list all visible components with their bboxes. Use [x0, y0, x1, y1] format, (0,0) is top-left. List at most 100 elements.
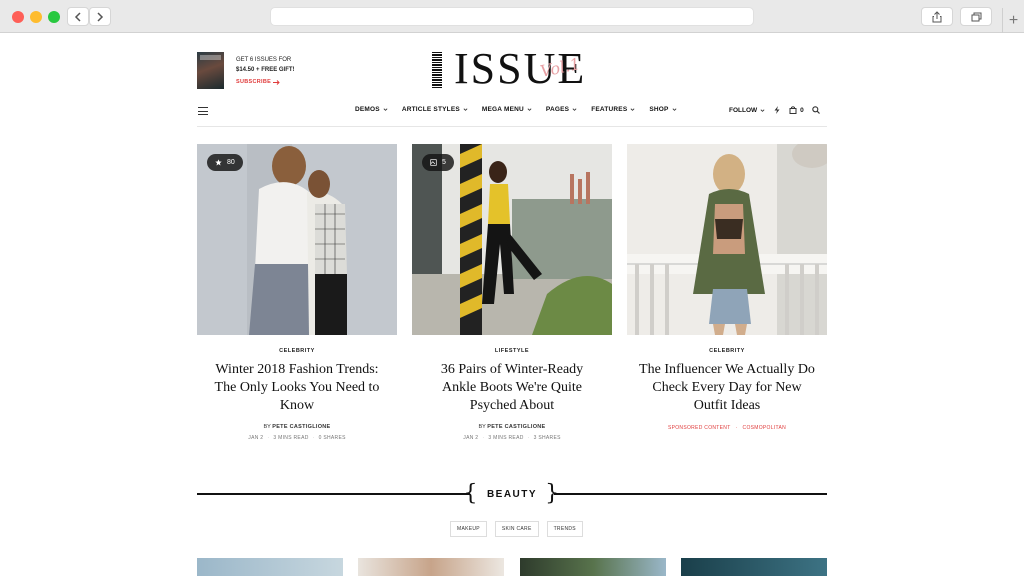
meta-separator: ·: [312, 435, 315, 441]
nav-label: PAGES: [545, 106, 570, 113]
article-card[interactable]: 5 LIFESTYLE 36 Pairs of Winter-Ready Ank…: [412, 144, 612, 441]
beauty-thumbnail[interactable]: [358, 558, 504, 576]
article-date: JAN 2: [248, 435, 264, 441]
article-title[interactable]: The Influencer We Actually Do Check Ever…: [627, 361, 827, 415]
article-image[interactable]: 80: [197, 144, 397, 335]
nav-label: SHOP: [649, 106, 669, 113]
share-icon: [932, 10, 942, 22]
chevron-down-icon: [630, 108, 635, 111]
tag-skin-care[interactable]: SKIN CARE: [494, 521, 539, 537]
article-image[interactable]: 5: [412, 144, 612, 335]
author-name[interactable]: PETE CASTIGLIONE: [272, 424, 330, 430]
promo-line-2: $14.50 + FREE GIFT!: [236, 67, 295, 73]
magazine-cover-thumbnail[interactable]: [197, 52, 224, 89]
nav-item-article-styles[interactable]: ARTICLE STYLES: [402, 106, 468, 113]
follow-menu[interactable]: FOLLOW: [729, 107, 765, 114]
search-icon[interactable]: [812, 106, 820, 114]
chevron-left-icon: [74, 11, 81, 22]
nav-item-shop[interactable]: SHOP: [649, 106, 677, 113]
lightning-icon[interactable]: [773, 106, 781, 114]
meta-separator: ·: [482, 435, 485, 441]
sponsored-label: SPONSORED CONTENT · COSMOPOLITAN: [627, 425, 827, 431]
rating-badge: 80: [207, 154, 243, 171]
chevron-down-icon: [527, 108, 532, 111]
author-name[interactable]: PETE CASTIGLIONE: [487, 424, 545, 430]
article-meta: JAN 2 · 3 MINS READ · 3 SHARES: [412, 435, 612, 441]
chevron-down-icon: [760, 108, 765, 112]
share-button[interactable]: [921, 7, 953, 26]
section-tags: MAKEUP SKIN CARE TRENDS: [450, 521, 583, 537]
article-date: JAN 2: [463, 435, 479, 441]
hamburger-menu-icon[interactable]: [198, 107, 208, 115]
nav-item-mega-menu[interactable]: MEGA MENU: [482, 106, 532, 113]
close-window-button[interactable]: [12, 11, 24, 23]
arrow-right-icon: [273, 79, 280, 85]
article-byline: BY PETE CASTIGLIONE: [197, 424, 397, 430]
beauty-thumbnail[interactable]: [197, 558, 343, 576]
gallery-badge: 5: [422, 154, 454, 171]
chevron-down-icon: [383, 108, 388, 111]
nav-label: ARTICLE STYLES: [401, 106, 460, 113]
fashion-photo-graphic: [627, 144, 827, 335]
section-heading[interactable]: { BEAUTY }: [463, 482, 559, 506]
article-title[interactable]: 36 Pairs of Winter-Ready Ankle Boots We'…: [412, 361, 612, 415]
new-tab-button[interactable]: +: [1002, 8, 1024, 33]
maximize-window-button[interactable]: [48, 11, 60, 23]
nav-label: MEGA MENU: [481, 106, 524, 113]
site-logo[interactable]: ISSUE Vol.1: [430, 46, 600, 92]
gallery-icon: [430, 159, 437, 166]
article-meta: JAN 2 · 3 MINS READ · 0 SHARES: [197, 435, 397, 441]
nav-item-pages[interactable]: PAGES: [546, 106, 577, 113]
subscribe-promo: GET 6 ISSUES FOR $14.50 + FREE GIFT! SUB…: [236, 55, 295, 87]
follow-label: FOLLOW: [729, 106, 758, 114]
meta-separator: ·: [267, 435, 270, 441]
beauty-thumbnail[interactable]: [681, 558, 827, 576]
address-bar[interactable]: [270, 7, 754, 26]
tag-trends[interactable]: TRENDS: [546, 521, 583, 537]
article-card[interactable]: CELEBRITY The Influencer We Actually Do …: [627, 144, 827, 431]
by-label: BY: [478, 424, 486, 430]
sponsored-text: SPONSORED CONTENT: [667, 425, 731, 431]
shopping-bag-icon: [789, 106, 797, 114]
tabs-button[interactable]: [960, 7, 992, 26]
cart-count: 0: [800, 106, 804, 114]
chevron-down-icon: [463, 108, 468, 111]
article-title[interactable]: Winter 2018 Fashion Trends: The Only Loo…: [197, 361, 397, 415]
chevron-down-icon: [672, 108, 677, 111]
article-category[interactable]: CELEBRITY: [627, 348, 827, 354]
chevron-right-icon: [97, 11, 104, 22]
fashion-photo-graphic: [412, 144, 612, 335]
star-icon: [215, 159, 222, 166]
nav-item-features[interactable]: FEATURES: [591, 106, 635, 113]
main-navigation: DEMOS ARTICLE STYLES MEGA MENU PAGES FEA…: [355, 106, 677, 113]
brace-left-decoration: {: [463, 481, 479, 506]
cart-button[interactable]: 0: [789, 106, 804, 114]
header-divider: [197, 126, 827, 127]
fashion-photo-graphic: [197, 144, 397, 335]
tag-makeup[interactable]: MAKEUP: [450, 521, 487, 537]
nav-label: FEATURES: [591, 106, 628, 113]
article-category[interactable]: LIFESTYLE: [412, 348, 612, 354]
tabs-icon: [971, 12, 981, 21]
nav-item-demos[interactable]: DEMOS: [355, 106, 388, 113]
share-count: 3 SHARES: [533, 435, 561, 441]
beauty-thumbnail[interactable]: [520, 558, 666, 576]
badge-count: 5: [442, 159, 446, 166]
meta-separator: ·: [735, 425, 738, 431]
section-divider-left: [197, 493, 470, 495]
section-title-text: BEAUTY: [486, 488, 538, 500]
article-category[interactable]: CELEBRITY: [197, 348, 397, 354]
barcode-graphic: [432, 52, 442, 88]
article-card[interactable]: 80 CELEBRITY Winter 2018 Fashion Trends:…: [197, 144, 397, 441]
share-count: 0 SHARES: [318, 435, 346, 441]
subscribe-link[interactable]: SUBSCRIBE: [236, 77, 295, 87]
forward-button[interactable]: [89, 7, 111, 26]
article-image[interactable]: [627, 144, 827, 335]
badge-count: 80: [227, 159, 235, 166]
minimize-window-button[interactable]: [30, 11, 42, 23]
subscribe-label: SUBSCRIBE: [236, 79, 272, 85]
chevron-down-icon: [572, 108, 577, 111]
sponsor-name[interactable]: COSMOPOLITAN: [743, 425, 787, 431]
back-button[interactable]: [67, 7, 89, 26]
section-divider-right: [554, 493, 827, 495]
